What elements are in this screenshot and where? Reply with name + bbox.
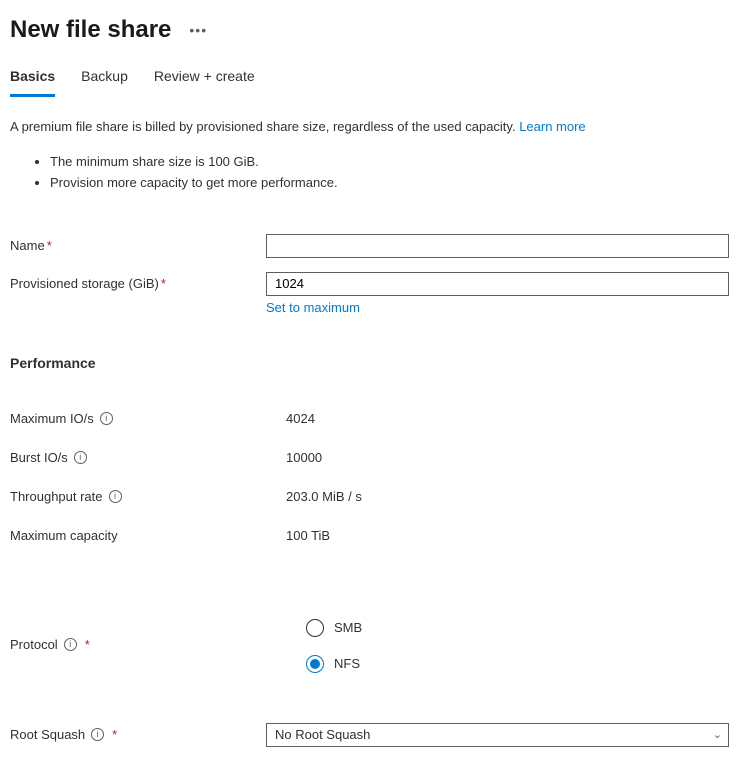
throughput-label: Throughput rate i <box>10 489 286 504</box>
protocol-radio-group: SMB NFS <box>286 617 729 673</box>
name-input[interactable] <box>266 234 729 258</box>
bullet-provision: Provision more capacity to get more perf… <box>50 173 729 194</box>
intro-text: A premium file share is billed by provis… <box>10 118 729 136</box>
info-icon[interactable]: i <box>91 728 104 741</box>
tab-basics[interactable]: Basics <box>10 68 55 97</box>
protocol-nfs-label: NFS <box>334 656 360 671</box>
protocol-nfs-radio[interactable]: NFS <box>306 655 729 673</box>
info-icon[interactable]: i <box>64 638 77 651</box>
protocol-smb-label: SMB <box>334 620 362 635</box>
max-capacity-value: 100 TiB <box>286 528 330 543</box>
tab-review-create[interactable]: Review + create <box>154 68 255 97</box>
tab-backup[interactable]: Backup <box>81 68 128 97</box>
required-icon: * <box>85 637 90 652</box>
root-squash-select[interactable]: No Root Squash ⌄ <box>266 723 729 747</box>
protocol-label: Protocol i * <box>10 617 286 673</box>
radio-icon <box>306 619 324 637</box>
throughput-value: 203.0 MiB / s <box>286 489 362 504</box>
max-io-value: 4024 <box>286 411 315 426</box>
storage-input[interactable] <box>266 272 729 296</box>
tab-bar: Basics Backup Review + create <box>10 68 729 98</box>
page-title: New file share <box>10 16 171 44</box>
intro-bullets: The minimum share size is 100 GiB. Provi… <box>50 152 729 194</box>
required-icon: * <box>161 276 166 291</box>
max-capacity-label: Maximum capacity <box>10 528 286 543</box>
set-to-maximum-link[interactable]: Set to maximum <box>266 300 360 315</box>
root-squash-value: No Root Squash <box>275 727 370 742</box>
info-icon[interactable]: i <box>109 490 122 503</box>
info-icon[interactable]: i <box>100 412 113 425</box>
protocol-smb-radio[interactable]: SMB <box>306 619 729 637</box>
learn-more-link[interactable]: Learn more <box>519 119 585 134</box>
required-icon: * <box>112 727 117 742</box>
name-label: Name* <box>10 234 266 253</box>
more-icon[interactable]: ••• <box>189 22 207 38</box>
burst-io-value: 10000 <box>286 450 322 465</box>
performance-heading: Performance <box>10 355 729 371</box>
burst-io-label: Burst IO/s i <box>10 450 286 465</box>
bullet-min-size: The minimum share size is 100 GiB. <box>50 152 729 173</box>
info-icon[interactable]: i <box>74 451 87 464</box>
storage-label: Provisioned storage (GiB)* <box>10 272 266 291</box>
chevron-down-icon: ⌄ <box>713 728 722 741</box>
required-icon: * <box>47 238 52 253</box>
max-io-label: Maximum IO/s i <box>10 411 286 426</box>
intro-body: A premium file share is billed by provis… <box>10 119 519 134</box>
radio-icon <box>306 655 324 673</box>
